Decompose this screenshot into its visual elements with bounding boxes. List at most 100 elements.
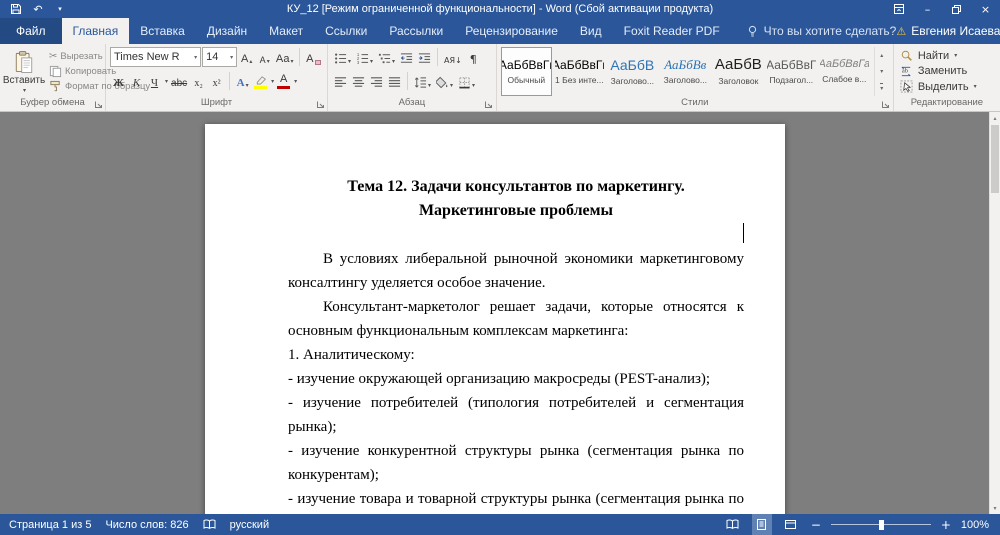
align-center-button[interactable] [350, 71, 367, 91]
style-card[interactable]: АаБбВ Заголово... [607, 47, 658, 96]
numbering-button[interactable]: 123▾ [354, 47, 375, 67]
read-mode-button[interactable] [723, 514, 743, 535]
ribbon-display-options-button[interactable] [884, 0, 913, 18]
ribbon: Вставить ▾ ✂ Вырезать Копировать Формат … [0, 44, 1000, 112]
font-size-combobox[interactable]: 14 ▾ [202, 47, 237, 67]
font-dialog-launcher[interactable] [315, 99, 325, 109]
page-indicator[interactable]: Страница 1 из 5 [9, 519, 91, 531]
styles-dialog-launcher[interactable] [881, 99, 891, 109]
font-color-button[interactable]: А [275, 71, 292, 91]
shading-button[interactable]: ▾ [434, 71, 455, 91]
highlighter-icon [254, 75, 267, 85]
sort-button[interactable]: АЯ↓ [442, 47, 464, 67]
print-layout-button[interactable] [752, 514, 772, 535]
undo-button[interactable]: ↶ [28, 0, 48, 18]
bullets-icon [334, 52, 347, 65]
paste-button[interactable]: Вставить ▾ [4, 47, 44, 96]
zoom-slider-thumb[interactable] [879, 520, 884, 530]
line-spacing-icon [414, 76, 427, 89]
decrease-indent-icon [400, 52, 413, 65]
web-layout-button[interactable] [781, 514, 801, 535]
borders-button[interactable]: ▾ [456, 71, 477, 91]
replace-button[interactable]: ab Заменить [900, 65, 994, 78]
style-card[interactable]: АаБбВвГг Обычный [501, 47, 552, 96]
change-case-button[interactable]: Аа▾ [274, 47, 295, 67]
scroll-down-button[interactable]: ▾ [990, 502, 1000, 514]
word-count[interactable]: Число слов: 826 [105, 519, 188, 531]
justify-button[interactable] [386, 71, 403, 91]
minimize-button[interactable]: – [913, 0, 942, 18]
scroll-up-button[interactable]: ▴ [990, 112, 1000, 124]
tab-mailings[interactable]: Рассылки [378, 18, 454, 44]
decrease-indent-button[interactable] [398, 47, 415, 67]
document-area[interactable]: Тема 12. Задачи консультантов по маркети… [0, 112, 1000, 514]
paragraph: - изучение конкурентной структуры рынка … [288, 439, 744, 487]
tab-view[interactable]: Вид [569, 18, 613, 44]
tab-foxit-reader-pdf[interactable]: Foxit Reader PDF [613, 18, 731, 44]
tab-review[interactable]: Рецензирование [454, 18, 569, 44]
style-card[interactable]: АаБбВвГг 1 Без инте... [554, 47, 605, 96]
underline-options-caret[interactable]: ▾ [165, 78, 168, 85]
chevron-down-icon: ▾ [230, 54, 233, 61]
ribbon-display-options-icon [893, 3, 905, 15]
select-button[interactable]: Выделить ▾ [900, 80, 994, 93]
tab-insert[interactable]: Вставка [129, 18, 196, 44]
scrollbar-thumb[interactable] [991, 125, 999, 193]
align-right-button[interactable] [368, 71, 385, 91]
language-indicator[interactable]: русский [230, 519, 269, 531]
zoom-percentage[interactable]: 100% [961, 519, 989, 531]
customize-quick-access-button[interactable]: ▾ [50, 0, 70, 18]
save-button[interactable] [6, 0, 26, 18]
document-page[interactable]: Тема 12. Задачи консультантов по маркети… [205, 124, 785, 514]
tell-me-box[interactable]: Что вы хотите сделать? [747, 18, 897, 44]
zoom-in-button[interactable]: + [940, 518, 952, 532]
bullets-button[interactable]: ▾ [332, 47, 353, 67]
tab-layout[interactable]: Макет [258, 18, 314, 44]
vertical-scrollbar[interactable]: ▴ ▾ [989, 112, 1000, 514]
separator [229, 72, 230, 90]
highlight-options-caret[interactable]: ▾ [271, 78, 274, 85]
align-left-button[interactable] [332, 71, 349, 91]
paragraph: 1. Аналитическому: [288, 343, 744, 367]
underline-button[interactable]: Ч [146, 71, 163, 91]
gallery-more-button[interactable]: ▾ [875, 80, 889, 96]
close-button[interactable]: × [971, 0, 1000, 18]
clipboard-icon [14, 50, 34, 74]
shrink-font-button[interactable]: А▾ [256, 47, 273, 67]
clipboard-dialog-launcher[interactable] [93, 99, 103, 109]
multilevel-list-button[interactable]: ▾ [376, 47, 397, 67]
tab-file[interactable]: Файл [0, 18, 62, 44]
highlight-color-button[interactable] [252, 71, 269, 91]
tab-references[interactable]: Ссылки [314, 18, 378, 44]
font-name-combobox[interactable]: Times New R ▾ [110, 47, 201, 67]
subscript-button[interactable]: x₂ [190, 71, 207, 91]
chevron-down-icon: ▾ [23, 87, 26, 94]
line-spacing-button[interactable]: ▾ [412, 71, 433, 91]
bold-button[interactable]: Ж [110, 71, 127, 91]
font-color-options-caret[interactable]: ▾ [294, 78, 297, 85]
style-card[interactable]: АаБбВв Заголово... [660, 47, 711, 96]
superscript-button[interactable]: x² [208, 71, 225, 91]
gallery-scroll-up-button[interactable]: ▴ [875, 47, 889, 63]
paragraph-dialog-launcher[interactable] [484, 99, 494, 109]
paragraph: - изучение товара и товарной структуры р… [288, 487, 744, 514]
strikethrough-button[interactable]: abc [169, 71, 189, 91]
increase-indent-button[interactable] [416, 47, 433, 67]
style-card[interactable]: АаБбВ Заголовок [713, 47, 764, 96]
italic-button[interactable]: К [128, 71, 145, 91]
zoom-slider[interactable] [831, 514, 931, 535]
show-formatting-marks-button[interactable]: ¶ [465, 47, 482, 67]
zoom-out-button[interactable]: − [810, 518, 822, 532]
text-effects-button[interactable]: А▾ [234, 71, 251, 91]
grow-font-button[interactable]: А▴ [238, 47, 255, 67]
gallery-scroll-down-button[interactable]: ▾ [875, 63, 889, 79]
style-card[interactable]: АаБбВвГа Слабое в... [819, 47, 870, 96]
style-card[interactable]: АаБбВвГ Подзагол... [766, 47, 817, 96]
account-button[interactable]: ⚠ Евгения Исаева [896, 24, 1000, 38]
restore-button[interactable] [942, 0, 971, 18]
clear-formatting-button[interactable]: А [304, 47, 323, 67]
find-button[interactable]: Найти ▾ [900, 49, 994, 62]
proofing-status-button[interactable] [203, 519, 216, 530]
tab-home[interactable]: Главная [62, 18, 130, 44]
tab-design[interactable]: Дизайн [196, 18, 258, 44]
